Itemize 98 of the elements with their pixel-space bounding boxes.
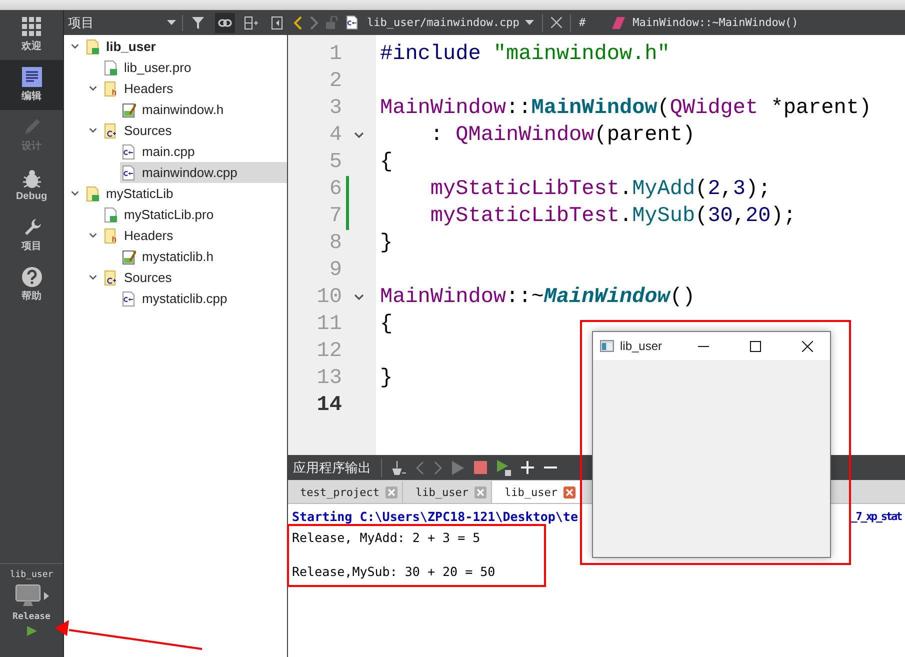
- tree-item[interactable]: mystaticlib.h: [120, 246, 287, 267]
- folder-icon: h: [104, 80, 118, 96]
- tree-item[interactable]: Sources: [102, 120, 287, 141]
- run-icon[interactable]: [26, 626, 36, 636]
- debug-run-icon[interactable]: [497, 460, 511, 476]
- document-icon: [22, 67, 42, 87]
- code-line: {: [380, 151, 393, 174]
- tree-item[interactable]: myStaticLib.pro: [102, 204, 287, 225]
- line-number: 14: [316, 394, 342, 417]
- code-line: myStaticLibTest.MySub(30,20);: [429, 205, 796, 228]
- filter-icon[interactable]: [192, 16, 206, 30]
- tree-item[interactable]: h Headers: [102, 225, 287, 246]
- file-path[interactable]: lib_user/mainwindow.cpp: [367, 16, 517, 29]
- line-number: 8: [328, 232, 342, 255]
- output-text: Release,MySub: 30 + 20 = 50: [292, 563, 496, 580]
- line-number: 7: [328, 205, 342, 228]
- source-file-icon: [346, 15, 359, 30]
- chevron-down-icon[interactable]: [88, 84, 98, 92]
- chevron-down-icon[interactable]: [88, 274, 98, 282]
- source-file-icon: [122, 144, 136, 160]
- grid-icon: [22, 17, 42, 37]
- output-text: Starting C:\Users\ZPC18-121\Desktop\te: [292, 508, 578, 525]
- project-icon: [86, 186, 100, 202]
- fold-chevron-icon[interactable]: [354, 132, 364, 139]
- tree-item[interactable]: main.cpp: [120, 141, 287, 162]
- mode-button[interactable]: Debug: [0, 160, 63, 210]
- output-text: Release, MyAdd: 2 + 3 = 5: [292, 529, 480, 546]
- kit-project-label: lib_user: [10, 570, 54, 580]
- bug-icon: [22, 168, 42, 188]
- code-line: }: [380, 232, 393, 255]
- chevron-down-icon[interactable]: [88, 126, 98, 134]
- output-tab[interactable]: lib_user: [492, 481, 582, 503]
- code-line: : QMainWindow(parent): [429, 124, 696, 147]
- project-file-icon: [104, 206, 118, 222]
- output-text: _7_xp_stat: [850, 509, 901, 525]
- line-number: 3: [328, 97, 342, 120]
- chevron-down-icon[interactable]: [70, 42, 80, 50]
- back-icon[interactable]: [294, 16, 302, 30]
- chevron-down-icon[interactable]: [70, 190, 80, 198]
- close-icon[interactable]: [802, 340, 812, 352]
- fold-chevron-icon[interactable]: [354, 294, 364, 301]
- app-icon: [600, 340, 614, 352]
- chevron-down-icon[interactable]: [88, 232, 98, 240]
- code-line: {: [380, 313, 393, 336]
- line-number: 11: [316, 313, 342, 336]
- caret-icon[interactable]: [44, 592, 48, 600]
- tree-item[interactable]: myStaticLib: [84, 183, 287, 204]
- window-title: lib_user: [620, 339, 664, 353]
- tree-item[interactable]: Sources: [102, 267, 287, 288]
- line-number: 12: [316, 340, 342, 363]
- line-number: 10: [316, 286, 342, 309]
- output-tab[interactable]: test_project: [288, 481, 404, 503]
- line-number: 5: [328, 151, 342, 174]
- broom-icon[interactable]: [392, 460, 406, 474]
- dropdown-caret-icon[interactable]: [167, 20, 176, 25]
- pane-title: 应用程序输出: [293, 458, 371, 476]
- line-number: 9: [328, 259, 342, 282]
- source-file-icon: [122, 164, 136, 180]
- line-number: 6: [328, 178, 342, 201]
- header-file-icon: [122, 102, 136, 118]
- mode-button[interactable]: 帮助: [0, 260, 63, 310]
- project-file-icon: [104, 60, 118, 76]
- code-line: #include "mainwindow.h": [380, 43, 670, 66]
- mode-button[interactable]: 编辑: [0, 60, 63, 110]
- tree-item[interactable]: h Headers: [102, 78, 287, 99]
- line-number: 2: [328, 70, 342, 93]
- symbol-selector[interactable]: MainWindow::~MainWindow(): [632, 16, 798, 29]
- lock-icon: [326, 16, 338, 29]
- folder-icon: h: [104, 228, 118, 244]
- source-file-icon: [122, 290, 136, 306]
- maximize-icon[interactable]: [750, 340, 760, 352]
- diamond-icon: [612, 16, 625, 28]
- line-number: 4: [328, 124, 342, 147]
- tree-item[interactable]: lib_user.pro: [102, 57, 287, 78]
- hash-label[interactable]: #: [579, 16, 586, 29]
- header-file-icon: [122, 248, 136, 264]
- dropdown-caret-icon[interactable]: [525, 20, 534, 25]
- code-line: }: [380, 367, 393, 390]
- split-add-icon[interactable]: [244, 16, 258, 30]
- monitor-icon[interactable]: [14, 584, 40, 608]
- plus-icon[interactable]: [521, 461, 534, 474]
- code-line: MainWindow::~MainWindow(): [380, 286, 696, 309]
- tree-item[interactable]: lib_user: [84, 36, 287, 57]
- line-number: 13: [316, 367, 342, 390]
- code-line: MainWindow::MainWindow(QWidget *parent): [380, 97, 872, 120]
- tree-item[interactable]: mainwindow.h: [120, 99, 287, 120]
- code-line: myStaticLibTest.MyAdd(2,3);: [429, 178, 771, 201]
- help-icon: [22, 267, 42, 287]
- tree-item[interactable]: mainwindow.cpp: [120, 162, 287, 183]
- tree-item[interactable]: mystaticlib.cpp: [120, 288, 287, 309]
- line-number: 1: [328, 43, 342, 66]
- mode-button[interactable]: 项目: [0, 210, 63, 260]
- mode-button[interactable]: 欢迎: [0, 10, 63, 60]
- folder-icon: [104, 122, 118, 138]
- build-config-label: Release: [12, 612, 50, 622]
- close-panel-icon[interactable]: [270, 16, 284, 30]
- project-icon: [86, 38, 100, 54]
- folder-icon: [104, 270, 118, 286]
